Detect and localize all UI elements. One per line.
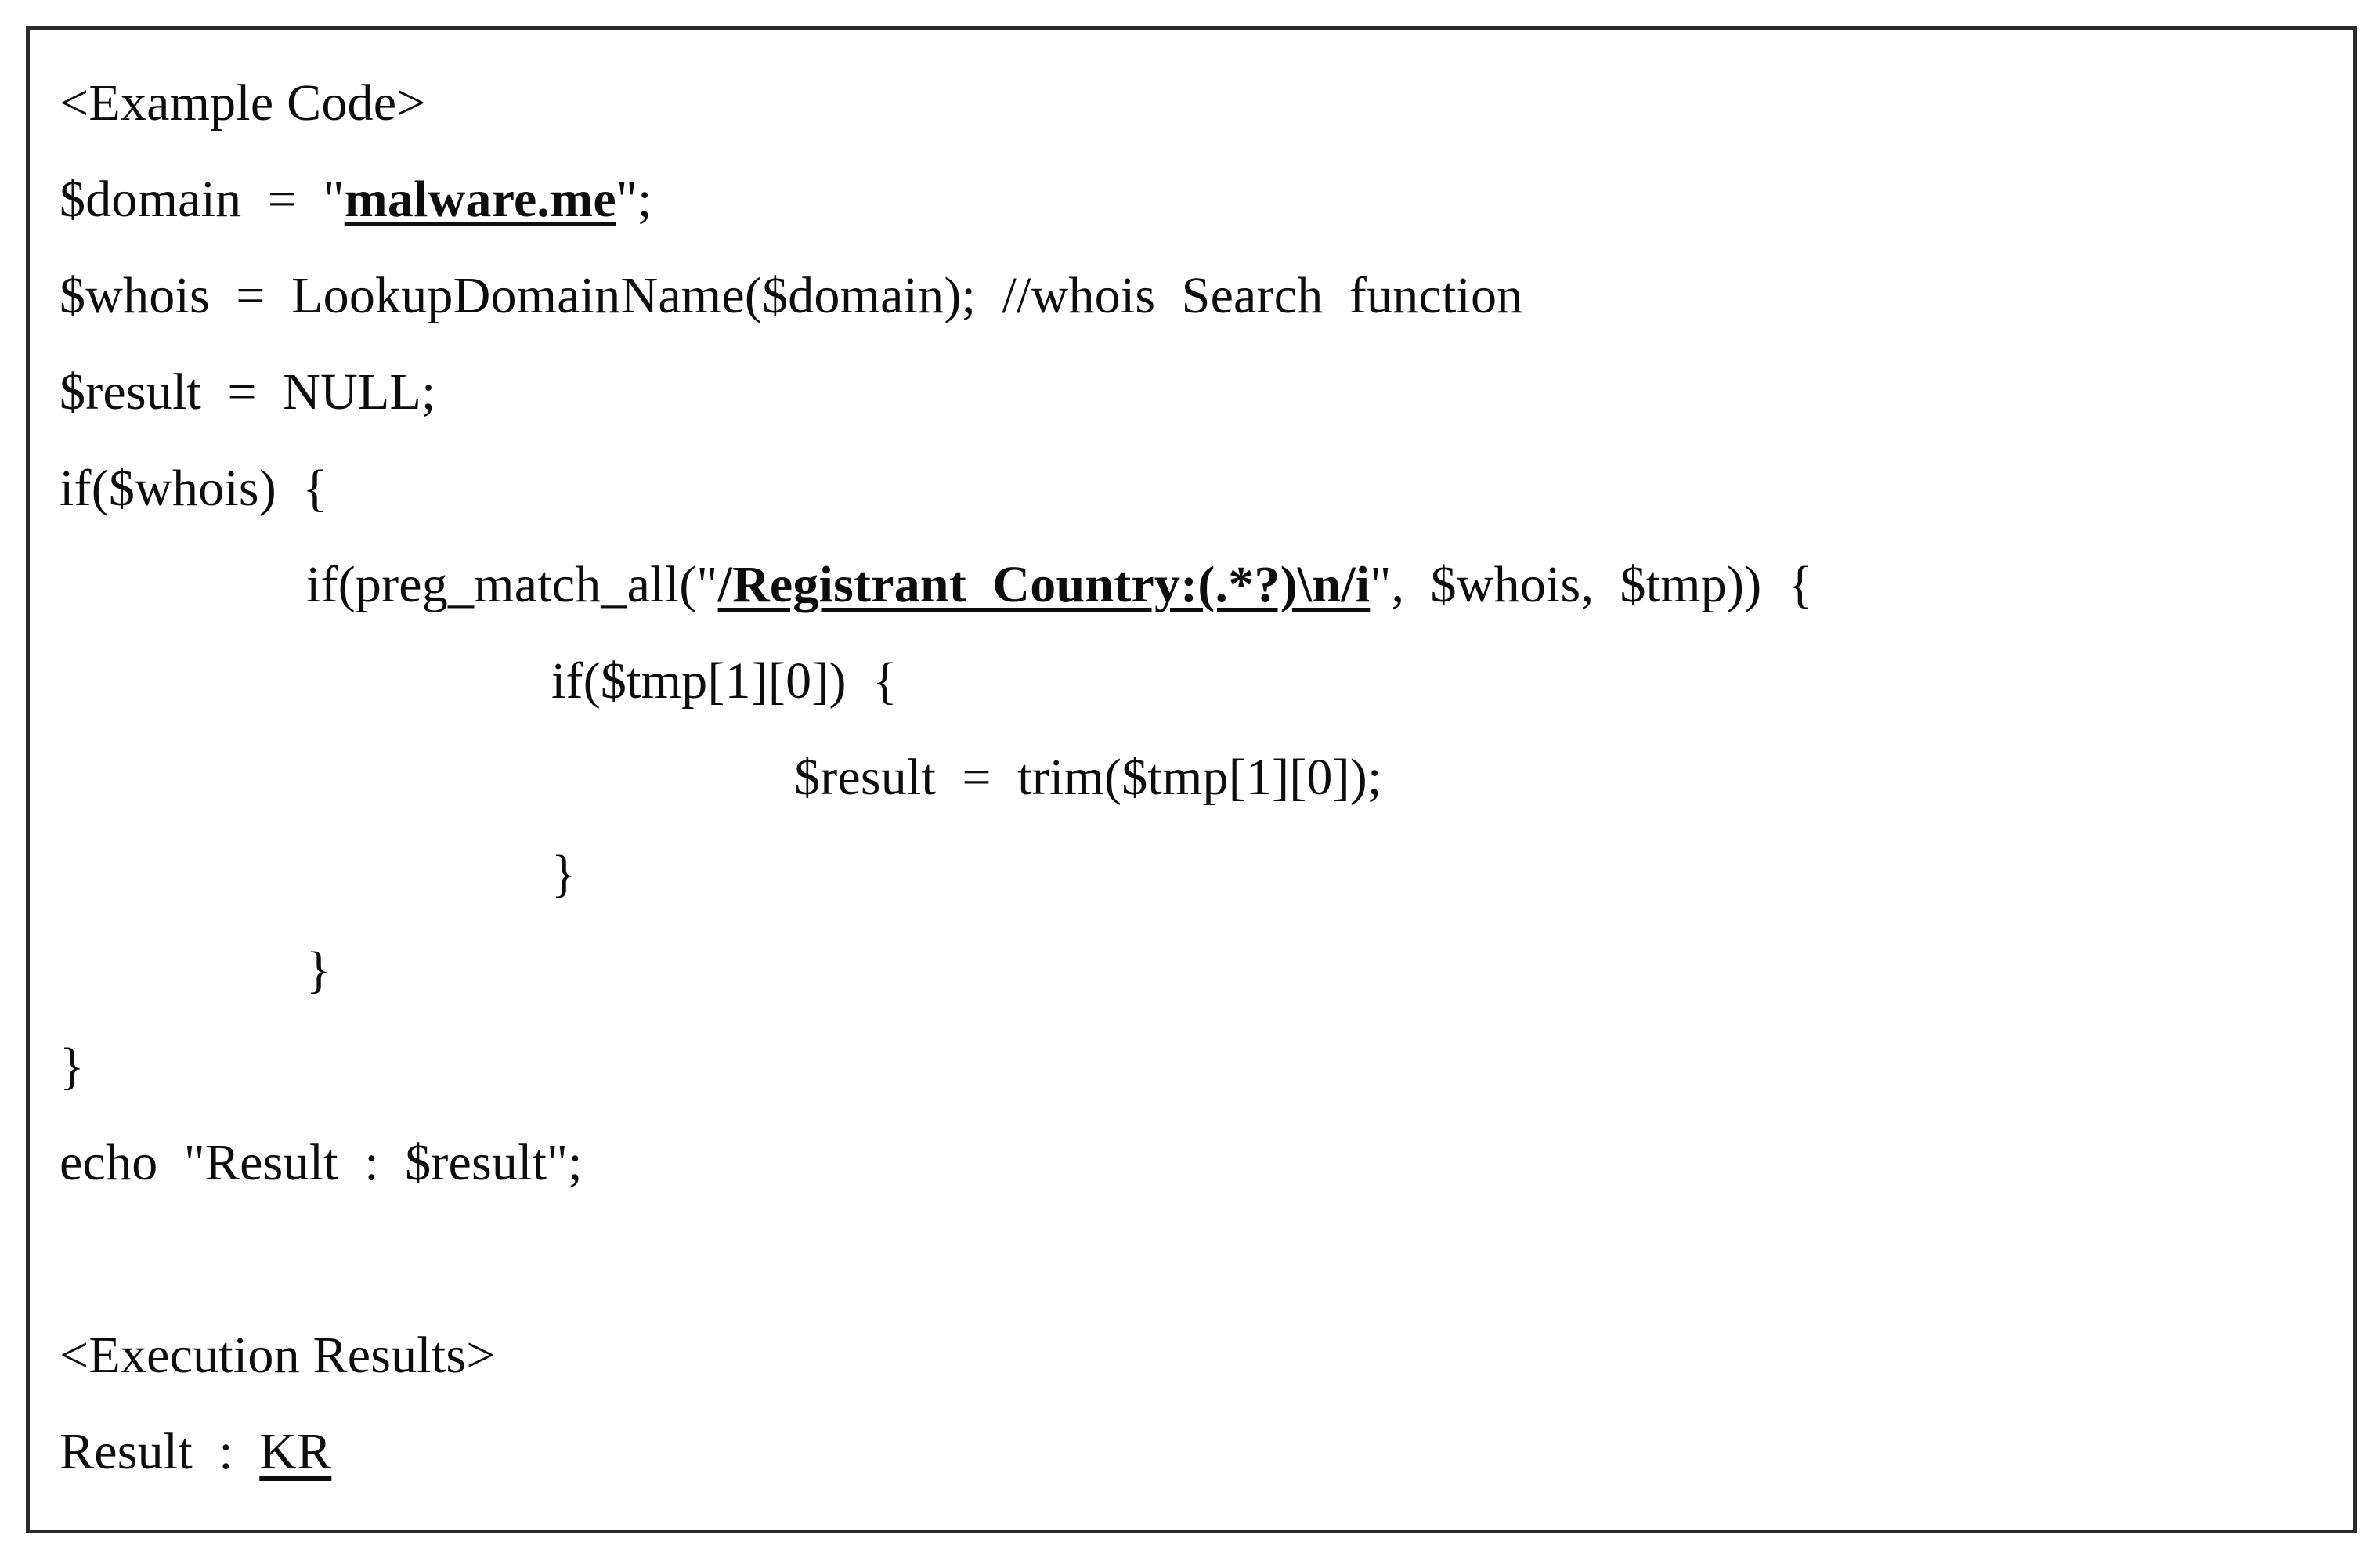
- code-line-result-output: Result : KR: [60, 1403, 2346, 1500]
- code-line-assign-trim: $result = trim($tmp[1][0]);: [60, 729, 2346, 825]
- domain-value: malware.me: [344, 171, 616, 228]
- code-figure-box: <Example Code> $domain = "malware.me"; $…: [26, 26, 2357, 1533]
- assign-trim-text: $result = trim($tmp[1][0]);: [794, 749, 1382, 806]
- code-line-domain-assignment: $domain = "malware.me";: [60, 151, 2346, 247]
- echo-result-text: echo "Result : $result";: [60, 1134, 583, 1191]
- domain-assignment-prefix: $domain = ": [60, 171, 345, 228]
- code-listing: <Example Code> $domain = "malware.me"; $…: [60, 55, 2346, 1530]
- domain-assignment-suffix: ";: [616, 171, 652, 228]
- if-tmp-text: if($tmp[1][0]) {: [551, 652, 897, 710]
- code-line-echo-result: echo "Result : $result";: [60, 1114, 2346, 1211]
- close-brace-middle-text: }: [306, 941, 331, 999]
- code-line-example-code-header: <Example Code>: [60, 55, 2346, 151]
- close-brace-inner-text: }: [551, 845, 576, 902]
- regex-pattern: /Registrant Country:(.*?)\n/i: [717, 556, 1371, 613]
- execution-results-header-text: <Execution Results>: [60, 1327, 496, 1384]
- example-code-header-text: <Example Code>: [60, 74, 426, 132]
- code-line-result-null: $result = NULL;: [60, 344, 2346, 440]
- code-line-if-whois: if($whois) {: [60, 440, 2346, 536]
- result-output-prefix: Result :: [60, 1423, 260, 1480]
- code-line-preg-match-all: if(preg_match_all("/Registrant Country:(…: [60, 536, 2346, 633]
- result-null-text: $result = NULL;: [60, 363, 436, 421]
- code-line-close-brace-outer: }: [60, 1018, 2346, 1114]
- code-line-whois-lookup: $whois = LookupDomainName($domain); //wh…: [60, 247, 2346, 344]
- code-line-close-brace-inner: }: [60, 825, 2346, 922]
- preg-match-suffix: ", $whois, $tmp)) {: [1370, 556, 1813, 613]
- result-output-value: KR: [259, 1423, 332, 1480]
- if-whois-text: if($whois) {: [60, 460, 328, 517]
- code-line-close-brace-middle: }: [60, 922, 2346, 1018]
- whois-lookup-text: $whois = LookupDomainName($domain); //wh…: [60, 267, 1523, 324]
- code-line-if-tmp: if($tmp[1][0]) {: [60, 633, 2346, 729]
- code-line-execution-results-header: <Execution Results>: [60, 1307, 2346, 1403]
- preg-match-prefix: if(preg_match_all(": [306, 556, 718, 613]
- close-brace-outer-text: }: [60, 1038, 85, 1095]
